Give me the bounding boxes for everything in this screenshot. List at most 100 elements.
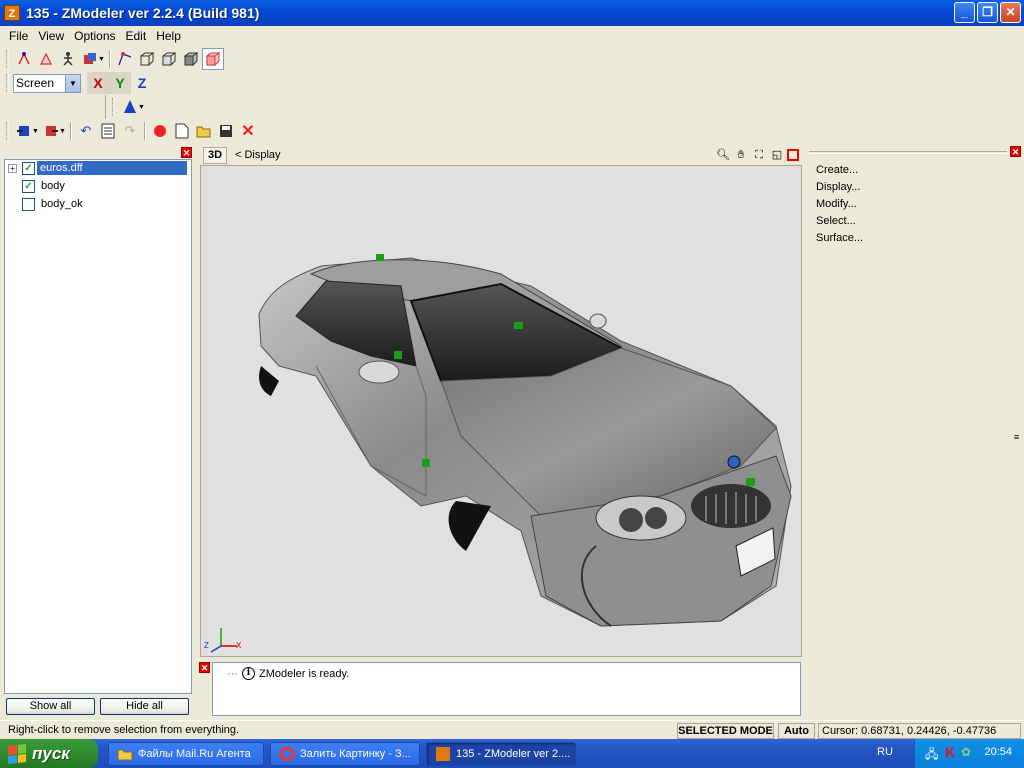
coordinate-system-value: Screen [16,76,55,90]
pan-hand-icon[interactable]: ✋︎ [733,147,749,163]
windows-logo-icon [8,743,26,764]
redo-icon[interactable]: ↷ [119,120,141,142]
file-toolbar: ▼ ▼ ↶ ↷ ✕ [0,119,1024,143]
log-message: ZModeler is ready. [259,667,350,680]
zmodeler-app-icon: Z [4,5,20,21]
task-mailru-agent[interactable]: Файлы Mail.Ru Агента [108,742,264,766]
axis-x-toggle[interactable]: X [87,72,109,94]
select-face-icon[interactable] [35,48,57,70]
object-tree[interactable]: + ✓ euros.dff ✓ body body_ok [4,159,192,694]
task-label: 135 - ZModeler ver 2.... [456,748,571,760]
surface-command[interactable]: Surface... [816,230,863,247]
toolbar-grip[interactable] [6,50,9,68]
log-output: ⋯ i ZModeler is ready. [212,662,801,716]
language-indicator[interactable]: RU [877,746,893,758]
car-model-render: Z X [204,254,792,653]
toolbar-grip[interactable] [112,98,115,116]
visibility-checkbox[interactable]: ✓ [22,162,35,175]
axis-z-toggle[interactable]: Z [131,72,153,94]
zoom-icon[interactable]: 🔍︎ [715,147,731,163]
tree-item-label: body_ok [41,198,83,210]
info-icon: i [242,667,255,680]
undo-icon[interactable]: ↶ [75,120,97,142]
close-file-icon[interactable]: ✕ [237,120,259,142]
axis-y-toggle[interactable]: Y [109,72,131,94]
display-menu[interactable]: < Display [235,149,281,161]
panel-grip[interactable] [809,151,1007,154]
cube-solid-icon[interactable] [180,48,202,70]
zmodeler-icon [436,747,450,761]
task-label: Залить Картинку - З... [300,748,411,760]
menu-options[interactable]: Options [69,29,120,43]
panel-splitter[interactable]: ≡ [1012,160,1024,715]
minimize-button[interactable]: _ [954,2,975,23]
tree-item-body[interactable]: ✓ body [5,178,191,196]
network-icon[interactable]: 🖧 [925,745,938,766]
toolbar-separator [144,122,146,140]
mini-axis-x-label: X [236,641,242,650]
axis-toolbar: Screen ▼ X Y Z [0,71,1024,95]
start-button[interactable]: пуск [0,739,98,768]
splitter-grip-icon: ≡ [1014,432,1020,442]
toolbar-grip[interactable] [6,74,9,92]
command-panel: ✕ Create... Display... Modify... Select.… [807,145,1024,718]
system-tray: 🖧 K ✿ 20:54 [914,739,1024,768]
close-panel-icon[interactable]: ✕ [181,147,192,158]
show-all-button[interactable]: Show all [6,698,95,715]
dropdown-arrow-icon[interactable]: ▼ [98,56,106,63]
dropdown-arrow-icon[interactable]: ▼ [32,128,40,135]
expand-icon[interactable]: + [8,164,17,173]
select-command[interactable]: Select... [816,213,863,230]
close-log-icon[interactable]: ✕ [199,662,210,673]
open-folder-icon[interactable] [193,120,215,142]
display-command[interactable]: Display... [816,179,863,196]
dropdown-arrow-icon[interactable]: ▼ [138,104,146,111]
task-upload-image[interactable]: Залить Картинку - З... [270,742,420,766]
close-button[interactable]: ✕ [1000,2,1021,23]
tree-item-euros-dff[interactable]: + ✓ euros.dff [5,160,191,178]
agent-icon[interactable]: ✿ [961,745,971,759]
record-icon[interactable] [149,120,171,142]
menu-edit[interactable]: Edit [121,29,152,43]
modify-command[interactable]: Modify... [816,196,863,213]
kaspersky-icon[interactable]: K [945,744,955,760]
dropdown-arrow-icon[interactable]: ▼ [59,128,67,135]
clock: 20:54 [984,746,1012,758]
history-icon[interactable] [97,120,119,142]
select-object-icon[interactable] [57,48,79,70]
zoom-extents-icon[interactable]: ⛶ [751,147,767,163]
close-panel-icon[interactable]: ✕ [1010,146,1021,157]
new-file-icon[interactable] [171,120,193,142]
chevron-down-icon: ▼ [65,74,80,92]
tree-item-body-ok[interactable]: body_ok [5,196,191,214]
toolbar-grip[interactable] [6,122,9,140]
menu-bar: File View Options Edit Help [0,26,1024,45]
hide-all-button[interactable]: Hide all [100,698,189,715]
tree-item-label: body [41,180,65,192]
selection-mode-indicator[interactable]: SELECTED MODE [677,723,774,739]
viewport-header: 3D < Display 🔍︎ ✋︎ ⛶ ◱ [200,145,803,165]
viewport-mode-button[interactable]: 3D [203,146,227,164]
create-command[interactable]: Create... [816,162,863,179]
visibility-checkbox[interactable] [22,198,35,211]
menu-file[interactable]: File [4,29,33,43]
task-zmodeler[interactable]: 135 - ZModeler ver 2.... [426,742,576,766]
stop-icon[interactable] [787,149,799,161]
maximize-button[interactable]: ❐ [977,2,998,23]
maximize-viewport-icon[interactable]: ◱ [769,147,785,163]
edit-vertices-icon[interactable] [114,48,136,70]
start-label: пуск [32,743,70,763]
select-vertex-icon[interactable] [13,48,35,70]
cube-faces-icon[interactable] [158,48,180,70]
coordinate-system-select[interactable]: Screen ▼ [13,73,81,93]
visibility-checkbox[interactable]: ✓ [22,180,35,193]
menu-help[interactable]: Help [151,29,186,43]
3d-viewport[interactable]: Z X [200,165,802,657]
save-icon[interactable] [215,120,237,142]
task-label: Файлы Mail.Ru Агента [138,748,251,760]
cube-selected-icon[interactable] [202,48,224,70]
auto-mode-indicator[interactable]: Auto [778,723,815,739]
taskbar: пуск Файлы Mail.Ru Агента Залить Картинк… [0,739,1024,768]
menu-view[interactable]: View [33,29,69,43]
cube-wire-icon[interactable] [136,48,158,70]
